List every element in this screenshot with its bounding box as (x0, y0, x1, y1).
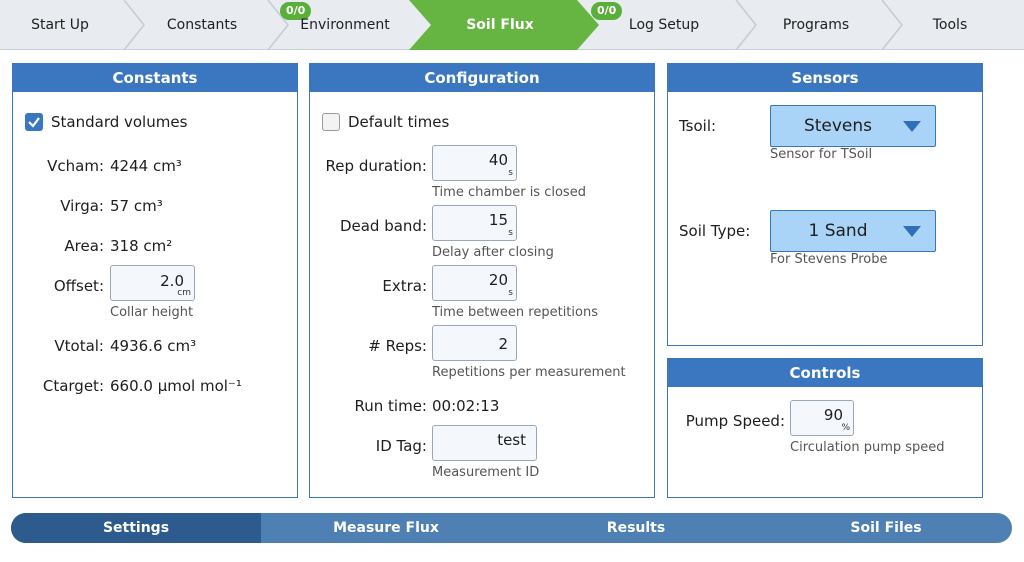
workflow-tab-bar: Start Up Constants 0/0 Environment Soil … (0, 0, 1024, 50)
rep-duration-value: 40 (488, 151, 508, 169)
configuration-panel: Configuration Default times Rep duration… (309, 63, 655, 498)
id-tag-value: test (497, 431, 526, 449)
sensors-panel: Sensors Tsoil: Stevens Sensor for TSoil … (667, 63, 983, 346)
tab-tools[interactable]: Tools (900, 0, 1000, 50)
dead-band-label: Dead band: (339, 217, 427, 235)
constants-panel: Constants Standard volumes Vcham: 4244 c… (12, 63, 298, 498)
run-time-value: 00:02:13 (432, 397, 500, 415)
chevron-down-icon (903, 226, 921, 237)
default-times-label: Default times (348, 113, 450, 131)
extra-label: Extra: (382, 277, 427, 295)
sensors-panel-title: Sensors (668, 64, 982, 92)
reps-hint: Repetitions per measurement (432, 365, 626, 380)
virga-label: Virga: (60, 197, 104, 215)
soil-type-dropdown[interactable]: 1 Sand (770, 210, 936, 252)
standard-volumes-checkbox[interactable] (25, 113, 43, 131)
vcham-label: Vcham: (47, 157, 104, 175)
configuration-panel-title: Configuration (310, 64, 654, 92)
pump-speed-input[interactable]: 90 % (790, 400, 854, 436)
vtotal-value: 4936.6 cm³ (110, 337, 197, 355)
ctarget-label: Ctarget: (42, 377, 104, 395)
tab-constants[interactable]: Constants (142, 0, 262, 50)
tsoil-label: Tsoil: (679, 117, 717, 135)
constants-panel-title: Constants (13, 64, 297, 92)
rep-duration-unit: s (508, 168, 513, 178)
soil-type-label: Soil Type: (679, 222, 751, 240)
ctarget-value: 660.0 µmol mol⁻¹ (110, 377, 242, 395)
bottom-tab-bar: Settings Measure Flux Results Soil Files (11, 513, 1012, 543)
controls-panel-title: Controls (668, 359, 982, 387)
soil-type-hint: For Stevens Probe (770, 252, 888, 267)
dead-band-hint: Delay after closing (432, 245, 554, 260)
chevron-separator-icon (735, 0, 757, 50)
dead-band-input[interactable]: 15 s (432, 205, 517, 241)
tab-measure-flux[interactable]: Measure Flux (261, 513, 511, 543)
virga-value: 57 cm³ (110, 197, 163, 215)
tsoil-selected-value: Stevens (803, 116, 873, 136)
chevron-down-icon (903, 121, 921, 132)
controls-panel: Controls Pump Speed: 90 % Circulation pu… (667, 358, 983, 498)
tab-programs[interactable]: Programs (756, 0, 876, 50)
area-value: 318 cm² (110, 237, 173, 255)
vcham-value: 4244 cm³ (110, 157, 182, 175)
tab-environment[interactable]: Environment (286, 0, 404, 50)
id-tag-input[interactable]: test (432, 425, 537, 461)
pump-speed-label: Pump Speed: (685, 412, 785, 430)
tab-log-setup[interactable]: Log Setup (602, 0, 726, 50)
offset-unit: cm (177, 288, 191, 298)
dead-band-unit: s (508, 228, 513, 238)
extra-input[interactable]: 20 s (432, 265, 517, 301)
tab-soil-flux[interactable]: Soil Flux (409, 0, 599, 50)
standard-volumes-label: Standard volumes (51, 113, 188, 131)
id-tag-label: ID Tag: (375, 437, 427, 455)
checkmark-icon (28, 117, 40, 128)
reps-label: # Reps: (368, 337, 427, 355)
area-label: Area: (64, 237, 104, 255)
pump-speed-value: 90 (823, 406, 843, 424)
soil-type-selected-value: 1 Sand (808, 221, 868, 241)
rep-duration-hint: Time chamber is closed (432, 185, 586, 200)
rep-duration-input[interactable]: 40 s (432, 145, 517, 181)
pump-speed-hint: Circulation pump speed (790, 440, 945, 455)
rep-duration-label: Rep duration: (325, 157, 427, 175)
offset-input[interactable]: 2.0 cm (110, 265, 195, 301)
id-tag-hint: Measurement ID (432, 465, 540, 480)
tab-start-up[interactable]: Start Up (0, 0, 120, 50)
run-time-label: Run time: (354, 397, 427, 415)
reps-input[interactable]: 2 (432, 325, 517, 361)
tsoil-hint: Sensor for TSoil (770, 147, 873, 162)
offset-hint: Collar height (110, 305, 194, 320)
extra-hint: Time between repetitions (432, 305, 598, 320)
extra-value: 20 (488, 271, 508, 289)
extra-unit: s (508, 288, 513, 298)
tab-soil-files[interactable]: Soil Files (761, 513, 1011, 543)
tsoil-dropdown[interactable]: Stevens (770, 105, 936, 147)
tab-results[interactable]: Results (511, 513, 761, 543)
dead-band-value: 15 (488, 211, 508, 229)
reps-value: 2 (498, 335, 508, 353)
offset-label: Offset: (53, 277, 104, 295)
default-times-checkbox[interactable] (322, 113, 340, 131)
tab-settings[interactable]: Settings (11, 513, 261, 543)
tab-soil-flux-label: Soil Flux (466, 17, 534, 33)
pump-speed-unit: % (841, 423, 850, 433)
vtotal-label: Vtotal: (54, 337, 104, 355)
